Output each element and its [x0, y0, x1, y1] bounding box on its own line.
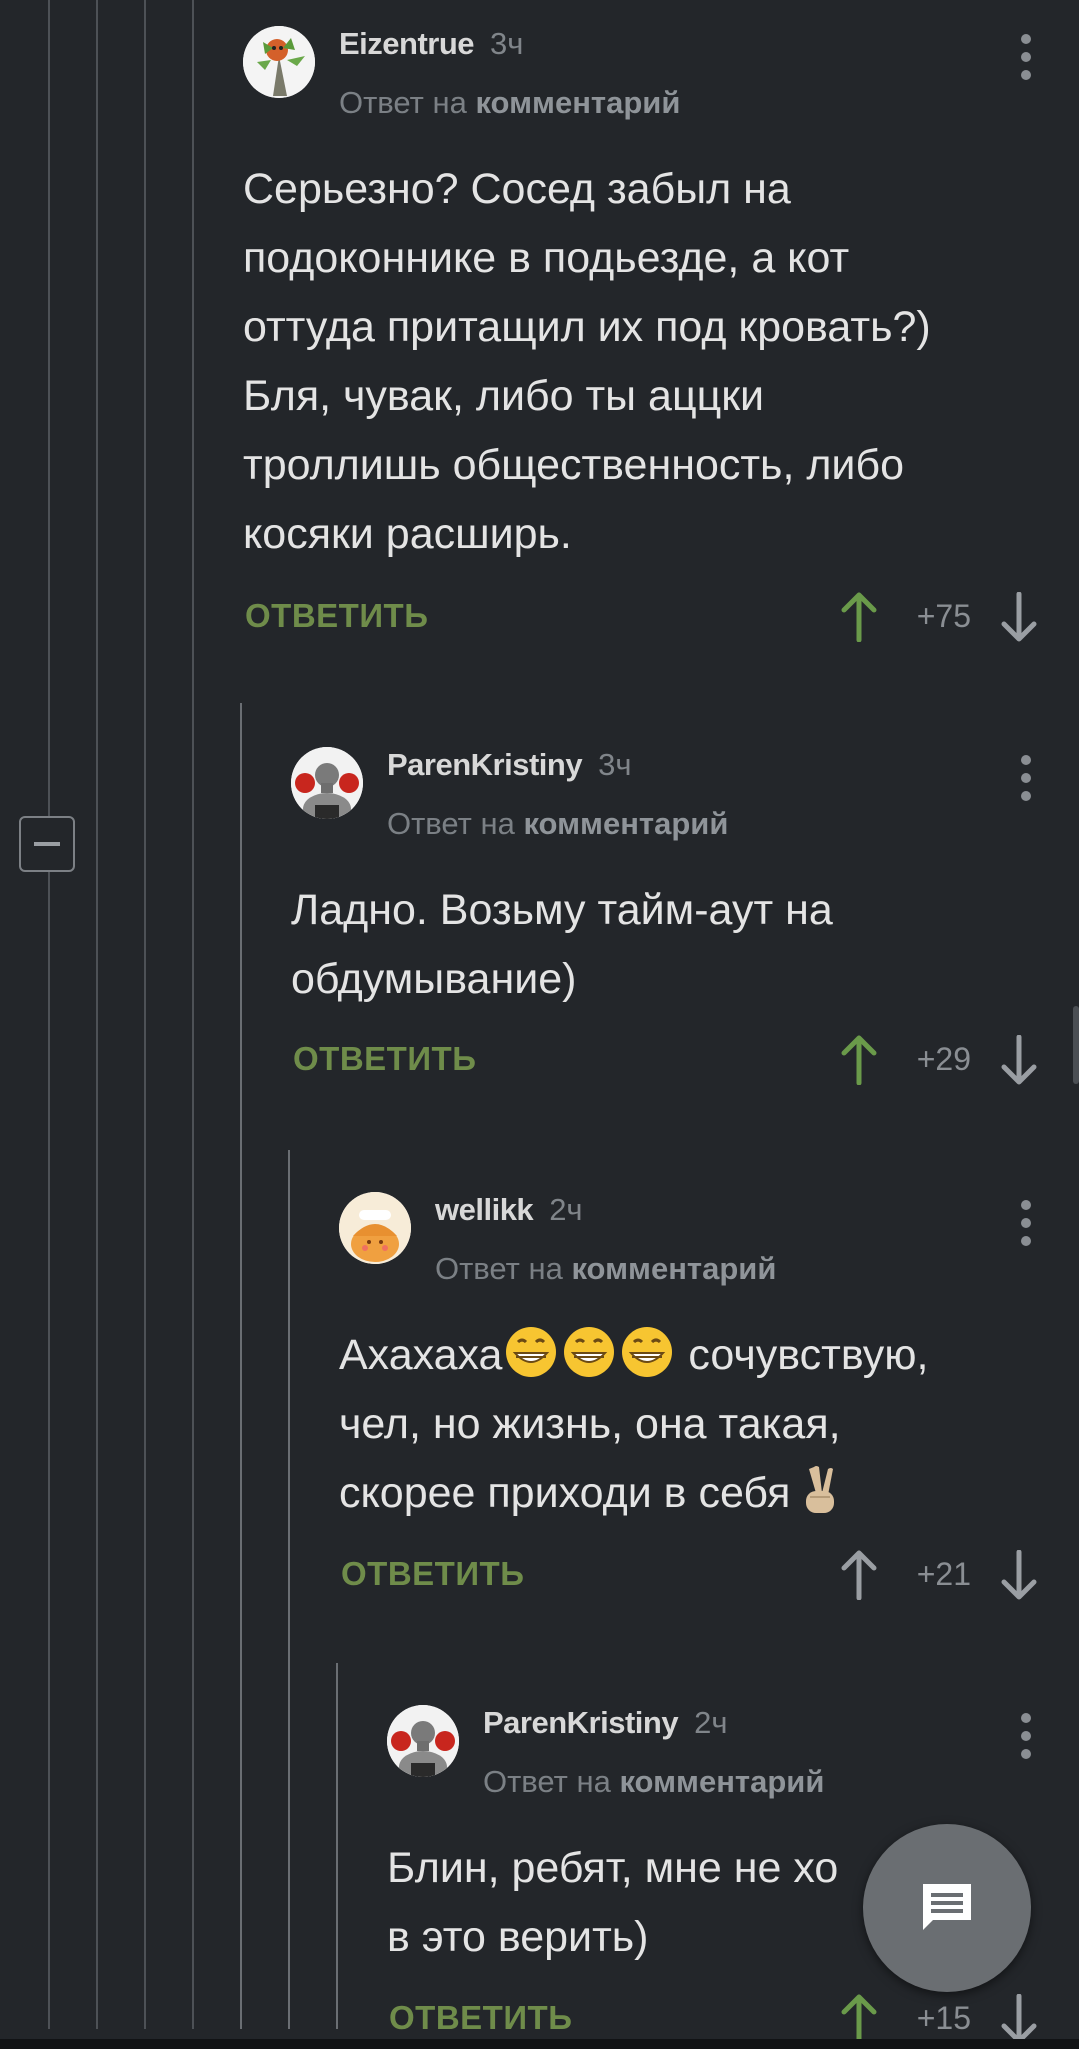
timestamp: 3ч	[490, 26, 524, 61]
upvote-arrow-icon[interactable]	[839, 1994, 879, 2039]
plant-creature-avatar-icon	[243, 26, 315, 98]
boxer-avatar-icon	[291, 747, 363, 819]
thread-line	[192, 0, 194, 2029]
avatar[interactable]	[387, 1705, 459, 1777]
downvote-arrow-icon[interactable]	[999, 1550, 1039, 1600]
boxer-avatar-icon	[387, 1705, 459, 1777]
reply-button[interactable]: ОТВЕТИТЬ	[293, 1029, 476, 1089]
comment-actions: ОТВЕТИТЬ +75	[245, 586, 1039, 646]
more-options-icon[interactable]	[1021, 34, 1031, 80]
vote-count: +75	[916, 598, 971, 634]
comment-header: ParenKristiny 3ч Ответ на комментарий	[387, 747, 728, 842]
reply-to[interactable]: Ответ на комментарий	[387, 806, 728, 842]
thread-line	[96, 0, 98, 2029]
username[interactable]: wellikk	[435, 1192, 534, 1228]
comment: ParenKristiny 3ч Ответ на комментарий Ла…	[291, 747, 1079, 1107]
comment-icon	[923, 1884, 971, 1930]
reply-button[interactable]: ОТВЕТИТЬ	[341, 1544, 524, 1604]
comment-text: Серьезно? Сосед забыл на подоконнике в п…	[243, 165, 931, 558]
avatar[interactable]	[339, 1192, 411, 1264]
downvote-arrow-icon[interactable]	[999, 592, 1039, 642]
downvote-arrow-icon[interactable]	[999, 1035, 1039, 1085]
bottom-edge	[0, 2039, 1079, 2049]
upvote-arrow-icon[interactable]	[839, 1035, 879, 1085]
comment-header: wellikk 2ч Ответ на комментарий	[435, 1192, 776, 1287]
comment-actions: ОТВЕТИТЬ +21	[341, 1544, 1039, 1604]
comment-text: Ахахаха сочувствую, чел, но жизнь, она т…	[339, 1321, 928, 1528]
comment-text: Блин, ребят, мне не хо в это верить)	[387, 1844, 839, 1961]
more-options-icon[interactable]	[1021, 1200, 1031, 1246]
more-options-icon[interactable]	[1021, 755, 1031, 801]
vote-count: +15	[916, 2000, 971, 2036]
comment: wellikk 2ч Ответ на комментарий Ахахаха …	[339, 1192, 1079, 1622]
timestamp: 3ч	[598, 747, 632, 782]
victory-hand-emoji-icon	[792, 1463, 846, 1517]
grinning-face-emoji-icon	[562, 1325, 616, 1379]
timestamp: 2ч	[694, 1705, 728, 1740]
username[interactable]: ParenKristiny	[483, 1705, 679, 1741]
comment-header: ParenKristiny 2ч Ответ на комментарий	[483, 1705, 824, 1800]
more-options-icon[interactable]	[1021, 1713, 1031, 1759]
grinning-face-emoji-icon	[620, 1325, 674, 1379]
downvote-arrow-icon[interactable]	[999, 1994, 1039, 2039]
upvote-arrow-icon[interactable]	[839, 1550, 879, 1600]
cartoon-girl-avatar-icon	[339, 1192, 411, 1264]
username[interactable]: Eizentrue	[339, 26, 475, 62]
collapse-thread-button[interactable]	[19, 816, 75, 872]
grinning-face-emoji-icon	[504, 1325, 558, 1379]
thread-line	[144, 0, 146, 2029]
timestamp: 2ч	[549, 1192, 583, 1227]
comment-actions: ОТВЕТИТЬ +29	[293, 1029, 1039, 1089]
add-comment-button[interactable]	[863, 1824, 1031, 1992]
avatar[interactable]	[291, 747, 363, 819]
reply-button[interactable]: ОТВЕТИТЬ	[389, 1988, 572, 2039]
username[interactable]: ParenKristiny	[387, 747, 583, 783]
upvote-arrow-icon[interactable]	[839, 592, 879, 642]
vote-count: +29	[916, 1041, 971, 1077]
thread-line	[288, 1150, 290, 2029]
comment-actions: ОТВЕТИТЬ +15	[389, 1988, 1039, 2039]
comment: Eizentrue 3ч Ответ на комментарий Серьез…	[243, 26, 1079, 666]
comment-text: Ладно. Возьму тайм-аут на обдумывание)	[291, 886, 833, 1003]
thread-line	[48, 0, 50, 2029]
comment-header: Eizentrue 3ч Ответ на комментарий	[339, 26, 680, 121]
vote-count: +21	[916, 1556, 971, 1592]
reply-to[interactable]: Ответ на комментарий	[435, 1251, 776, 1287]
thread-line	[240, 703, 242, 2029]
reply-button[interactable]: ОТВЕТИТЬ	[245, 586, 428, 646]
avatar[interactable]	[243, 26, 315, 98]
reply-to[interactable]: Ответ на комментарий	[339, 85, 680, 121]
reply-to[interactable]: Ответ на комментарий	[483, 1764, 824, 1800]
thread-line	[336, 1663, 338, 2029]
